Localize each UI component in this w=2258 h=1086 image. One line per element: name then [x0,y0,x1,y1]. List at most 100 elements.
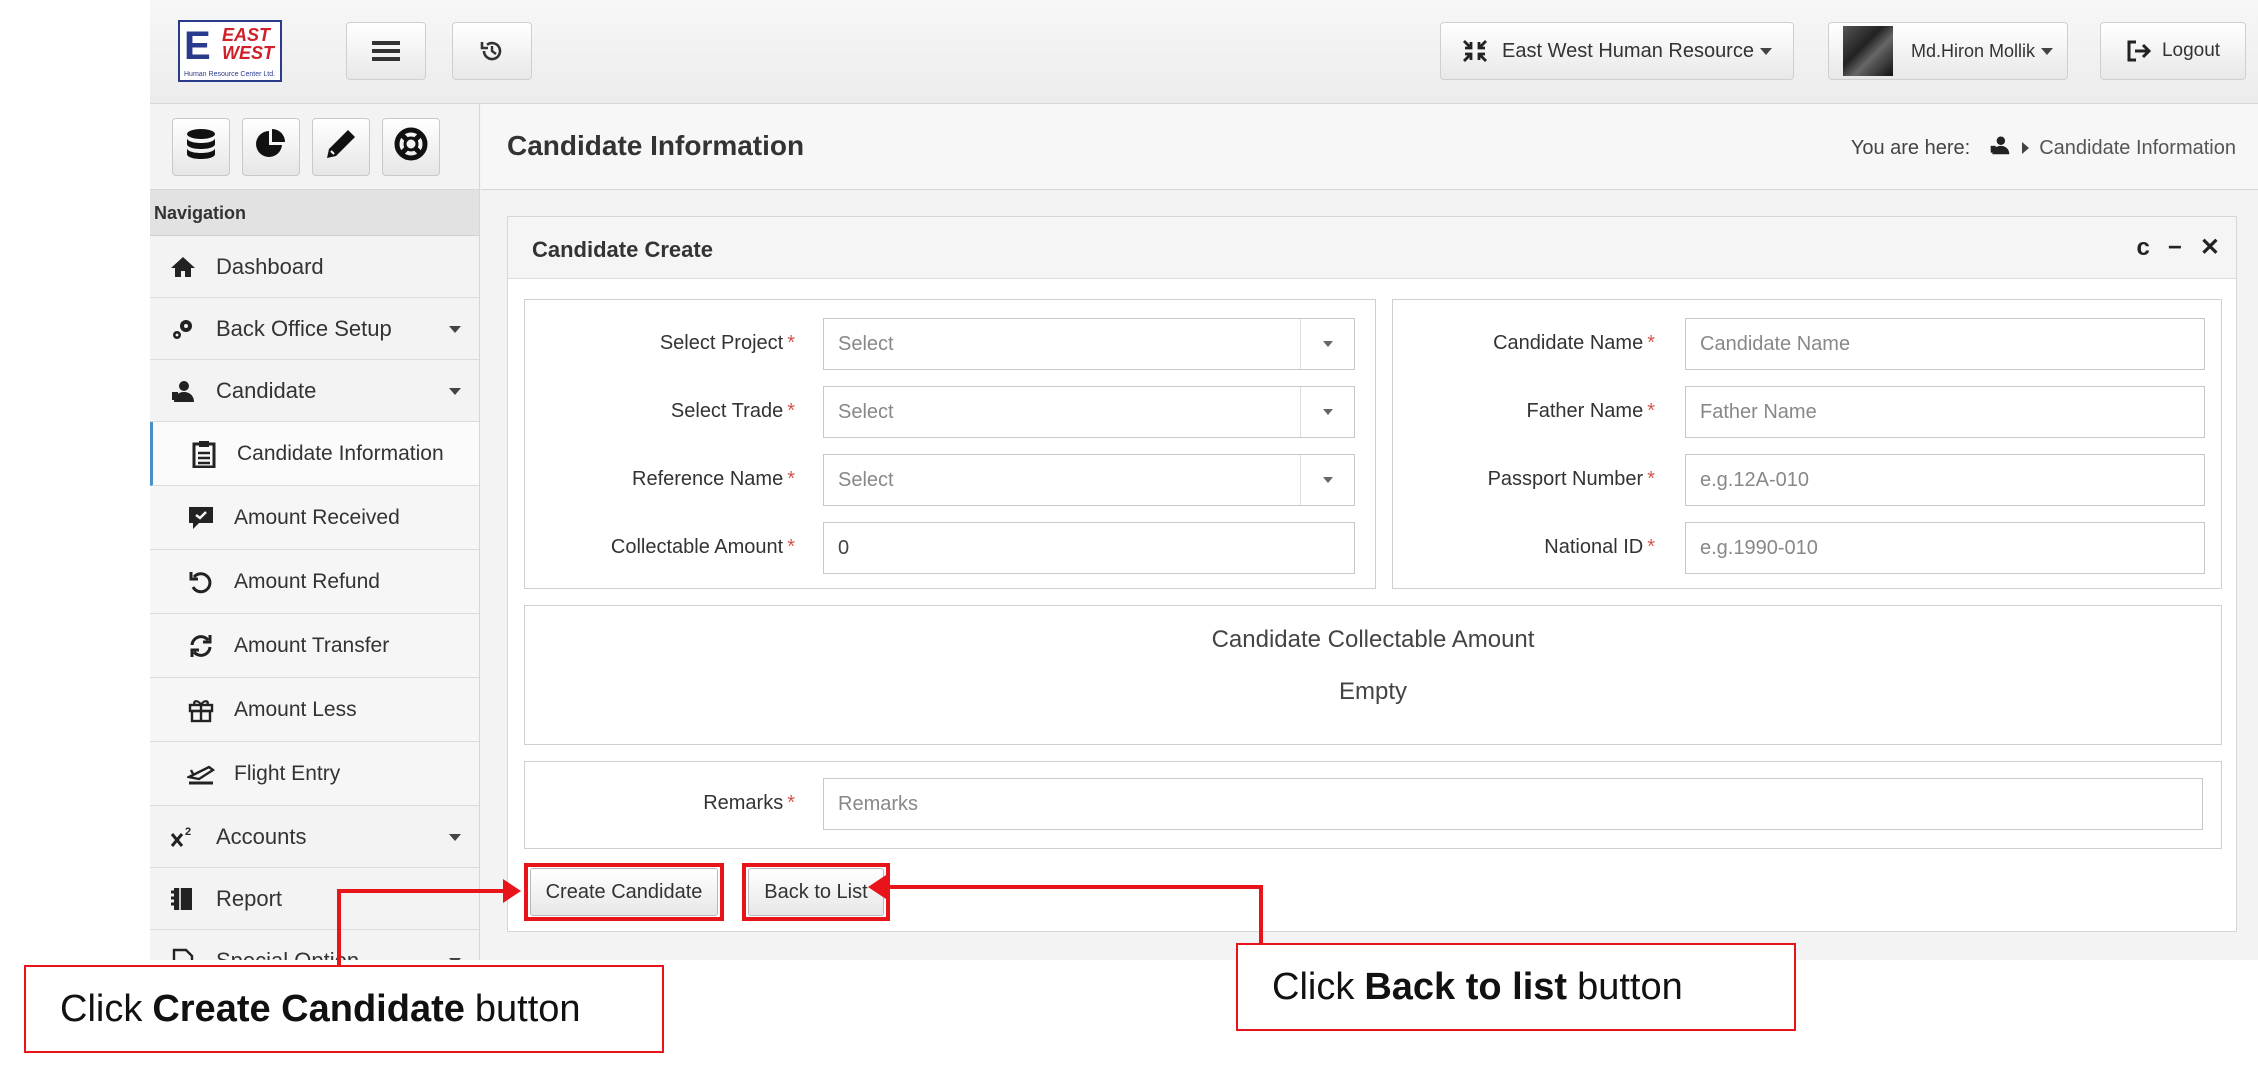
candidate-info-box: Candidate Name * Candidate Name Father Na… [1392,299,2222,589]
life-ring-icon [394,127,428,166]
form-row: Remarks * Remarks [525,778,2221,830]
passport-number-label: Passport Number * [1487,468,1655,490]
logout-icon [2126,39,2152,63]
clipboard-icon [189,439,219,469]
sidebar-item-label: Accounts [216,823,307,849]
father-name-label: Father Name * [1526,400,1655,422]
project-info-box: Select Project * Select Select Trade * Sel… [524,299,1376,589]
user-icon[interactable] [1988,134,2012,162]
pie-chart-icon [254,127,288,166]
chevron-down-icon [449,834,461,841]
reload-icon[interactable]: c [2137,235,2150,261]
sidebar-subitem-candidate-information[interactable]: Candidate Information [150,422,479,486]
logout-button[interactable]: Logout [2100,22,2246,80]
sidebar-item-candidate[interactable]: Candidate [150,360,479,422]
avatar [1842,26,1893,76]
help-button[interactable] [382,117,440,176]
panel-tools: c − ✕ [2137,235,2220,261]
logo-letter: E [184,24,211,68]
national-id-input[interactable]: e.g.1990-010 [1685,522,2205,574]
sidebar-item-label: Dashboard [216,253,324,279]
sidebar-item-label: Amount Less [234,697,357,721]
national-id-label: National ID * [1544,536,1655,558]
chevron-down-icon [1300,319,1354,369]
logo-text: EAST WEST [222,25,274,63]
sidebar-item-special-option[interactable]: Special Option [150,930,479,960]
app-window: E EAST WEST Human Resource Center Ltd. Ea… [150,0,2258,960]
panel-header: Candidate Create c − ✕ [508,217,2236,279]
father-name-input[interactable]: Father Name [1685,386,2205,438]
sidebar-subitem-amount-less[interactable]: Amount Less [150,678,479,742]
candidate-name-input[interactable]: Candidate Name [1685,318,2205,370]
sidebar: Navigation Dashboard Back Office Setup C… [150,104,480,960]
user-icon [168,376,198,406]
arrow-head-right-icon [503,879,521,903]
arrow-line-left-horizontal [337,889,507,893]
comment-icon [186,503,216,533]
sidebar-item-label: Candidate [216,377,317,403]
remarks-box: Remarks * Remarks [524,761,2222,849]
collectable-amount-input[interactable]: 0 [823,522,1355,574]
edit-button[interactable] [312,117,370,176]
logo-subtitle: Human Resource Center Ltd. [184,71,276,78]
company-logo[interactable]: E EAST WEST Human Resource Center Ltd. [178,20,282,82]
top-bar: E EAST WEST Human Resource Center Ltd. Ea… [150,0,2258,104]
sidebar-subitem-amount-transfer[interactable]: Amount Transfer [150,614,479,678]
select-project-dropdown[interactable]: Select [823,318,1355,370]
sidebar-item-accounts[interactable]: 2 Accounts [150,806,479,868]
history-button[interactable] [452,22,532,80]
select-trade-dropdown[interactable]: Select [823,386,1355,438]
user-dropdown[interactable]: Md.Hiron Mollik [1828,22,2068,80]
sidebar-item-label: Report [216,885,283,911]
sidebar-item-label: Back Office Setup [216,315,392,341]
arrow-line-right-horizontal [885,885,1263,889]
file-icon [168,946,198,960]
book-icon [168,884,198,914]
back-to-list-button[interactable]: Back to List [748,868,884,916]
form-row: Candidate Name * Candidate Name [1393,318,2221,370]
collectable-summary-box: Candidate Collectable Amount Empty [524,605,2222,745]
callout-create-candidate: Click Create Candidate button [24,965,664,1053]
pencil-icon [324,127,358,166]
menu-toggle-button[interactable] [346,22,426,80]
superscript-icon: 2 [168,822,198,852]
candidate-name-label: Candidate Name * [1493,332,1655,354]
chevron-down-icon [1300,455,1354,505]
summary-title: Candidate Collectable Amount [1211,626,1535,653]
sidebar-subitem-amount-received[interactable]: Amount Received [150,486,479,550]
remarks-input[interactable]: Remarks [823,778,2203,830]
collectable-amount-label: Collectable Amount * [610,536,795,558]
form-row: Collectable Amount * 0 [525,522,1375,574]
arrow-head-left-icon [868,875,886,899]
reference-name-dropdown[interactable]: Select [823,454,1355,506]
chevron-down-icon [1759,47,1772,55]
form-row: Reference Name * Select [525,454,1375,506]
sidebar-item-back-office-setup[interactable]: Back Office Setup [150,298,479,360]
summary-value: Empty [1338,678,1407,705]
database-button[interactable] [172,117,230,176]
company-dropdown[interactable]: East West Human Resource [1440,22,1794,80]
arrow-line-right-vertical [1259,885,1263,943]
main-content: Candidate Information You are here: Cand… [481,104,2258,960]
breadcrumb-current: Candidate Information [2039,136,2236,159]
form-row: Father Name * Father Name [1393,386,2221,438]
chevron-down-icon [449,388,461,395]
callout-back-to-list: Click Back to list button [1236,943,1796,1031]
passport-number-input[interactable]: e.g.12A-010 [1685,454,2205,506]
compress-icon [1462,39,1488,63]
chevron-down-icon [1300,387,1354,437]
sidebar-subitem-amount-refund[interactable]: Amount Refund [150,550,479,614]
home-icon [168,252,198,282]
close-icon[interactable]: ✕ [2200,235,2220,261]
create-candidate-button[interactable]: Create Candidate [530,868,718,916]
remarks-label: Remarks * [703,792,795,814]
sidebar-item-dashboard[interactable]: Dashboard [150,236,479,298]
arrow-line-left-vertical [337,889,341,967]
sidebar-subitem-flight-entry[interactable]: Flight Entry [150,742,479,806]
user-name: Md.Hiron Mollik [1910,40,2036,61]
select-trade-label: Select Trade * [670,400,795,422]
gift-icon [186,695,216,725]
chart-button[interactable] [242,117,300,176]
sidebar-item-report[interactable]: Report [150,868,479,930]
minimize-icon[interactable]: − [2168,235,2182,261]
